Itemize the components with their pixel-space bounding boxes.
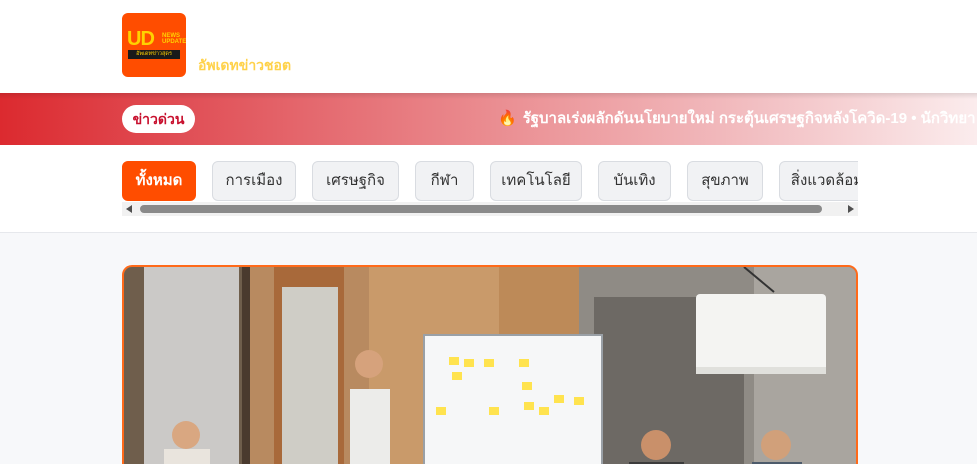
scroll-right-icon[interactable] bbox=[848, 205, 854, 213]
category-technology-button[interactable]: เทคโนโลยี bbox=[490, 161, 582, 201]
breaking-badge: ข่าวด่วน bbox=[122, 105, 195, 133]
scroll-left-icon[interactable] bbox=[126, 205, 132, 213]
category-strip: ทั้งหมด การเมือง เศรษฐกิจ กีฬา เทคโนโลยี… bbox=[122, 161, 858, 201]
category-economy-button[interactable]: เศรษฐกิจ bbox=[312, 161, 399, 201]
category-politics-button[interactable]: การเมือง bbox=[212, 161, 296, 201]
category-nav: ทั้งหมด การเมือง เศรษฐกิจ กีฬา เทคโนโลยี… bbox=[0, 145, 977, 233]
category-environment-button[interactable]: สิ่งแวดล้อม bbox=[779, 161, 858, 201]
category-entertainment-button[interactable]: บันเทิง bbox=[598, 161, 671, 201]
category-sports-button[interactable]: กีฬา bbox=[415, 161, 474, 201]
breaking-news-bar: ข่าวด่วน 🔥 รัฐบาลเร่งผลักดันนโยบายใหม่ กร… bbox=[0, 93, 977, 145]
news-ticker[interactable]: 🔥 รัฐบาลเร่งผลักดันนโยบายใหม่ กระตุ้นเศรษ… bbox=[498, 107, 976, 131]
logo-subtitle: อัพเดทข่าวสุดร bbox=[128, 50, 180, 59]
site-header: UD NEWS UPDATE อัพเดทข่าวสุดร อัพเดทข่าว… bbox=[0, 0, 977, 93]
fire-icon: 🔥 bbox=[498, 110, 517, 127]
site-tagline: อัพเดทข่าวชอต bbox=[198, 57, 292, 73]
featured-article-image[interactable] bbox=[122, 265, 858, 464]
office-meeting-photo bbox=[124, 267, 856, 464]
logo-mark: UD bbox=[127, 28, 155, 50]
scrollbar-thumb[interactable] bbox=[140, 205, 822, 213]
category-health-button[interactable]: สุขภาพ bbox=[687, 161, 763, 201]
category-scrollbar[interactable] bbox=[122, 202, 858, 216]
header-shadow bbox=[0, 93, 977, 99]
ticker-text: รัฐบาลเร่งผลักดันนโยบายใหม่ กระตุ้นเศรษฐ… bbox=[522, 110, 976, 127]
logo-small-text: NEWS UPDATE bbox=[162, 33, 186, 45]
site-logo[interactable]: UD NEWS UPDATE อัพเดทข่าวสุดร bbox=[122, 13, 186, 77]
category-all-button[interactable]: ทั้งหมด bbox=[122, 161, 196, 201]
